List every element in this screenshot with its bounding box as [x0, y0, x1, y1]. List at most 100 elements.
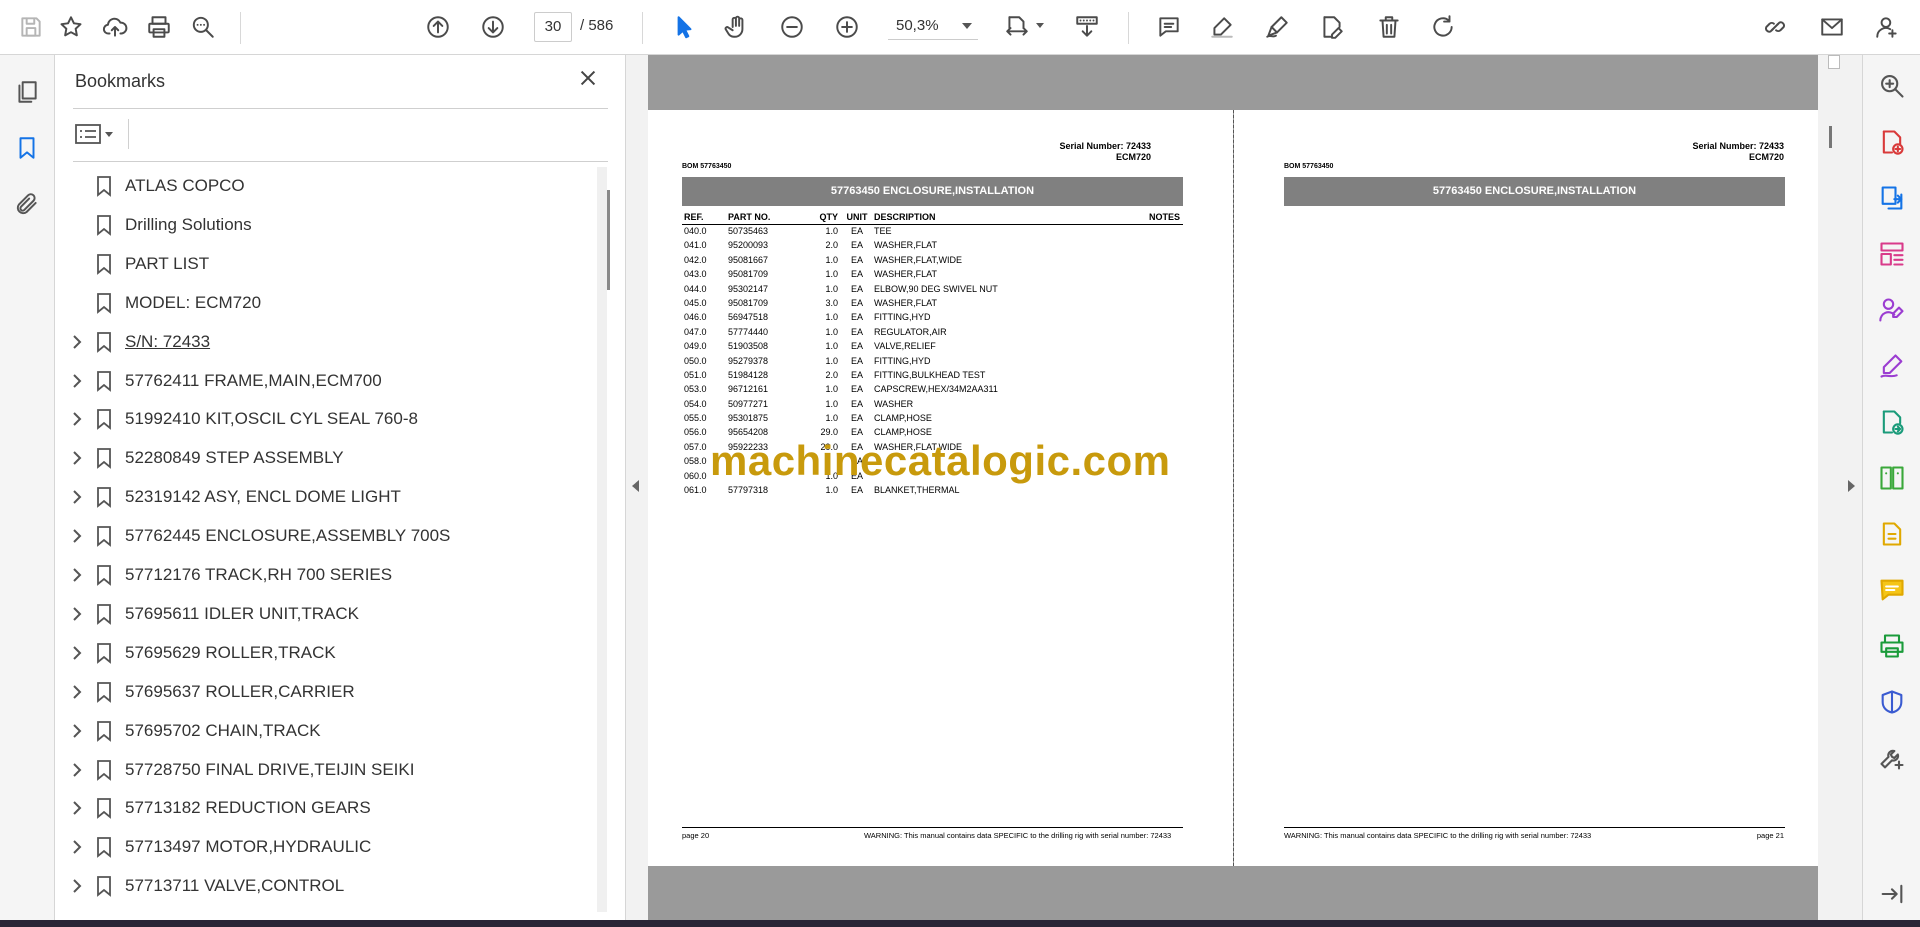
zoom-in-icon[interactable]	[830, 10, 864, 44]
save-icon[interactable]	[14, 10, 48, 44]
sign-icon[interactable]	[1260, 10, 1294, 44]
bookmark-scrollbar[interactable]	[597, 167, 607, 912]
bookmark-label: 57695611 IDLER UNIT,TRACK	[125, 603, 360, 623]
export-pdf-icon[interactable]	[1875, 181, 1909, 215]
bookmark-label: 57762445 ENCLOSURE,ASSEMBLY 700S	[125, 526, 451, 546]
cell-unit: EA	[850, 254, 863, 265]
bookmark-item[interactable]: 57728750 FINAL DRIVE,TEIJIN SEIKI	[55, 751, 595, 789]
table-row: 050.0 95279378 1.0 EA FITTING,HYD	[682, 355, 1183, 369]
model-text: ECM720	[1748, 152, 1784, 162]
chevron-right-icon[interactable]	[70, 450, 86, 466]
bookmark-item[interactable]: MODEL: ECM720	[55, 284, 595, 322]
cell-part-no: 51903508	[728, 341, 769, 352]
table-row: 041.0 95200093 2.0 EA WASHER,FLAT	[682, 239, 1183, 253]
highlight-icon[interactable]	[1205, 10, 1239, 44]
edit-text-icon[interactable]	[1315, 10, 1349, 44]
upload-cloud-icon[interactable]	[98, 10, 132, 44]
hand-icon[interactable]	[720, 10, 754, 44]
chevron-right-icon[interactable]	[70, 762, 86, 778]
scroll-mode-icon[interactable]	[1070, 10, 1104, 44]
protect-icon[interactable]	[1875, 685, 1909, 719]
bookmark-item[interactable]: 57713711 VALVE,CONTROL	[55, 867, 595, 905]
create-pdf-icon[interactable]	[1875, 125, 1909, 159]
bookmark-item[interactable]: 57695702 CHAIN,TRACK	[55, 712, 595, 750]
find-icon[interactable]	[186, 10, 220, 44]
bookmark-item[interactable]: 57762445 ENCLOSURE,ASSEMBLY 700S	[55, 517, 595, 555]
bookmark-label: 52280849 STEP ASSEMBLY	[125, 448, 344, 468]
cell-qty: 1.0	[825, 355, 838, 366]
chevron-right-icon[interactable]	[70, 567, 86, 583]
bookmark-item[interactable]: 57695611 IDLER UNIT,TRACK	[55, 595, 595, 633]
more-tools-icon[interactable]	[1875, 741, 1909, 775]
bookmark-icon[interactable]	[10, 131, 44, 165]
zoom-out-icon[interactable]	[775, 10, 809, 44]
star-icon[interactable]	[54, 10, 88, 44]
send-review-icon[interactable]	[1875, 405, 1909, 439]
bookmark-item[interactable]: 57695629 ROLLER,TRACK	[55, 634, 595, 672]
cell-unit: EA	[850, 398, 863, 409]
organize-pages-icon[interactable]	[1875, 237, 1909, 271]
attachment-icon[interactable]	[10, 187, 44, 221]
bookmark-item[interactable]: 52280849 STEP ASSEMBLY	[55, 439, 595, 477]
bookmark-item[interactable]: ATLAS COPCO	[55, 167, 595, 205]
bookmark-item[interactable]: 57713182 REDUCTION GEARS	[55, 789, 595, 827]
chevron-right-icon[interactable]	[70, 645, 86, 661]
bookmark-item[interactable]: 57712176 TRACK,RH 700 SERIES	[55, 556, 595, 594]
collapse-panel-icon[interactable]	[1875, 877, 1909, 911]
fill-sign-icon[interactable]	[1875, 349, 1909, 383]
page-up-icon[interactable]	[421, 10, 455, 44]
bookmark-item[interactable]: 57695637 ROLLER,CARRIER	[55, 673, 595, 711]
account-icon[interactable]	[1870, 10, 1904, 44]
bookmark-scrollbar-thumb[interactable]	[607, 190, 610, 290]
chevron-right-icon[interactable]	[70, 684, 86, 700]
bookmark-options-button[interactable]	[75, 119, 121, 149]
chevron-right-icon[interactable]	[70, 839, 86, 855]
rotate-icon[interactable]	[1426, 10, 1460, 44]
comment-tool-icon[interactable]	[1875, 573, 1909, 607]
cell-qty: 1.0	[825, 226, 838, 236]
cell-ref: 044.0	[684, 283, 707, 294]
cell-ref: 056.0	[684, 427, 707, 438]
chevron-right-icon[interactable]	[70, 528, 86, 544]
comment-icon[interactable]	[1152, 10, 1186, 44]
compare-icon[interactable]	[1875, 461, 1909, 495]
page-down-icon[interactable]	[476, 10, 510, 44]
pages-icon[interactable]	[10, 75, 44, 109]
bookmark-item[interactable]: 57762411 FRAME,MAIN,ECM700	[55, 362, 595, 400]
chevron-right-icon[interactable]	[70, 878, 86, 894]
collapse-left-icon[interactable]	[632, 480, 639, 492]
bookmark-item[interactable]: Drilling Solutions	[55, 206, 595, 244]
chevron-right-icon[interactable]	[70, 606, 86, 622]
zoom-select[interactable]: 50,3%	[888, 12, 978, 40]
chevron-down-icon[interactable]	[1036, 23, 1044, 28]
section-banner: 57763450 ENCLOSURE,INSTALLATION	[682, 177, 1183, 206]
delete-icon[interactable]	[1372, 10, 1406, 44]
bookmark-item[interactable]: S/N: 72433	[55, 323, 595, 361]
request-sign-icon[interactable]	[1875, 293, 1909, 327]
collapse-right-icon[interactable]	[1848, 480, 1855, 492]
page-number-input[interactable]: 30	[534, 12, 572, 42]
bookmark-item[interactable]: 51992410 KIT,OSCIL CYL SEAL 760-8	[55, 400, 595, 438]
right-panel-collapse-bar[interactable]	[1818, 55, 1862, 927]
search-zoom-icon[interactable]	[1875, 69, 1909, 103]
bookmark-item[interactable]: 52319142 ASY, ENCL DOME LIGHT	[55, 478, 595, 516]
document-scrollbar-thumb[interactable]	[1829, 126, 1832, 148]
page-fit-icon[interactable]	[1000, 10, 1034, 44]
mail-icon[interactable]	[1815, 10, 1849, 44]
bookmark-item[interactable]: PART LIST	[55, 245, 595, 283]
close-icon[interactable]	[577, 67, 603, 93]
chevron-right-icon[interactable]	[70, 800, 86, 816]
chevron-right-icon[interactable]	[70, 373, 86, 389]
scan-icon[interactable]	[1875, 517, 1909, 551]
chevron-right-icon[interactable]	[70, 723, 86, 739]
chevron-right-icon[interactable]	[70, 411, 86, 427]
print-icon[interactable]	[142, 10, 176, 44]
model-text: ECM720	[1115, 152, 1151, 162]
bookmark-item[interactable]: 57713497 MOTOR,HYDRAULIC	[55, 828, 595, 866]
print-production-icon[interactable]	[1875, 629, 1909, 663]
chevron-right-icon[interactable]	[70, 489, 86, 505]
share-link-icon[interactable]	[1758, 10, 1792, 44]
select-cursor-icon[interactable]	[667, 10, 701, 44]
chevron-right-icon[interactable]	[70, 334, 86, 350]
document-scrollbar[interactable]	[1828, 55, 1840, 69]
